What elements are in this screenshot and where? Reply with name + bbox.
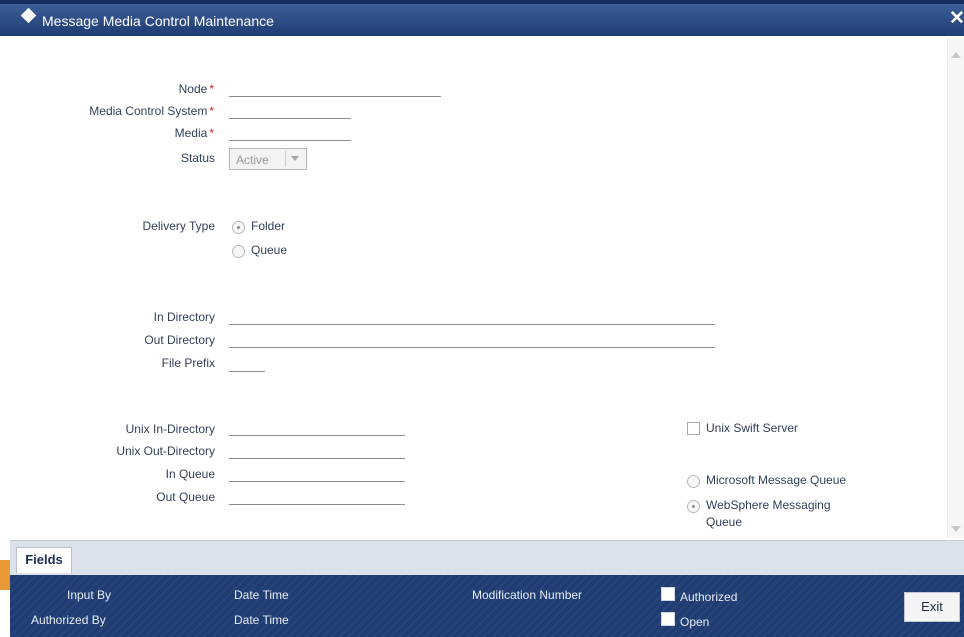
media-field[interactable] <box>229 124 351 141</box>
microsoft-message-queue-radio[interactable] <box>687 475 700 488</box>
in-queue-field[interactable] <box>229 465 405 482</box>
tab-fields[interactable]: Fields <box>16 547 72 573</box>
modification-number-label: Modification Number <box>472 588 583 602</box>
required-mark: * <box>209 126 214 140</box>
unix-swift-server-checkbox[interactable] <box>687 422 700 435</box>
out-queue-field[interactable] <box>229 488 405 505</box>
diamond-icon <box>20 7 37 24</box>
out-queue-label: Out Queue <box>156 490 215 504</box>
dropdown-arrow-icon[interactable] <box>285 151 304 167</box>
message-media-control-window: Message Media Control Maintenance ✕ Node… <box>0 0 964 637</box>
scroll-up-icon[interactable] <box>951 52 961 60</box>
date-time-label-1: Date Time <box>234 588 289 602</box>
unix-in-directory-label: Unix In-Directory <box>125 422 215 436</box>
queue-radio-label: Queue <box>251 243 288 257</box>
close-icon[interactable]: ✕ <box>949 7 964 30</box>
authorized-checkbox[interactable] <box>661 587 675 601</box>
date-time-label-2: Date Time <box>234 613 289 627</box>
websphere-messaging-queue-label-line1: WebSphere Messaging <box>706 498 831 512</box>
window-title: Message Media Control Maintenance <box>42 13 274 29</box>
exit-button[interactable]: Exit <box>904 592 960 622</box>
folder-radio-label: Folder <box>251 219 286 233</box>
file-prefix-field[interactable] <box>229 355 265 372</box>
status-select[interactable]: Active <box>229 148 307 170</box>
unix-out-directory-label: Unix Out-Directory <box>116 444 215 458</box>
input-by-label: Input By <box>67 588 112 602</box>
authorized-label: Authorized <box>680 590 738 604</box>
media-label-text: Media <box>174 126 208 140</box>
queue-radio[interactable] <box>232 245 245 258</box>
vertical-scrollbar[interactable] <box>947 38 964 538</box>
folder-radio[interactable] <box>232 221 245 234</box>
node-field[interactable] <box>229 80 441 97</box>
required-mark: * <box>209 82 214 96</box>
websphere-messaging-queue-radio[interactable] <box>687 500 700 513</box>
node-label-text: Node <box>178 82 208 96</box>
unix-in-directory-field[interactable] <box>229 419 405 436</box>
status-label: Status <box>180 151 215 165</box>
in-directory-field[interactable] <box>229 308 715 325</box>
media-label: Media * <box>0 126 214 140</box>
left-accent-strip <box>0 560 10 590</box>
unix-swift-server-label: Unix Swift Server <box>706 421 799 435</box>
in-directory-label: In Directory <box>153 310 215 324</box>
file-prefix-label: File Prefix <box>161 356 215 370</box>
node-label: Node * <box>0 82 214 96</box>
delivery-type-label: Delivery Type <box>142 219 215 233</box>
audit-footer: Input By Authorized By Date Time Date Ti… <box>10 575 964 637</box>
unix-out-directory-field[interactable] <box>229 442 405 459</box>
open-label: Open <box>680 615 710 629</box>
out-directory-label: Out Directory <box>144 333 215 347</box>
status-value: Active <box>236 153 269 167</box>
media-control-system-label: Media Control System * <box>0 104 214 118</box>
websphere-messaging-queue-label-line2: Queue <box>706 515 743 529</box>
open-checkbox[interactable] <box>661 612 675 626</box>
media-control-system-label-text: Media Control System <box>89 104 208 118</box>
required-mark: * <box>209 104 214 118</box>
microsoft-message-queue-label: Microsoft Message Queue <box>706 473 847 487</box>
scroll-down-icon[interactable] <box>951 526 961 534</box>
authorized-by-label: Authorized By <box>31 613 106 627</box>
title-bar: Message Media Control Maintenance ✕ <box>0 0 964 36</box>
tab-bar: Fields <box>10 540 964 575</box>
in-queue-label: In Queue <box>165 467 215 481</box>
out-directory-field[interactable] <box>229 331 715 348</box>
media-control-system-field[interactable] <box>229 102 351 119</box>
